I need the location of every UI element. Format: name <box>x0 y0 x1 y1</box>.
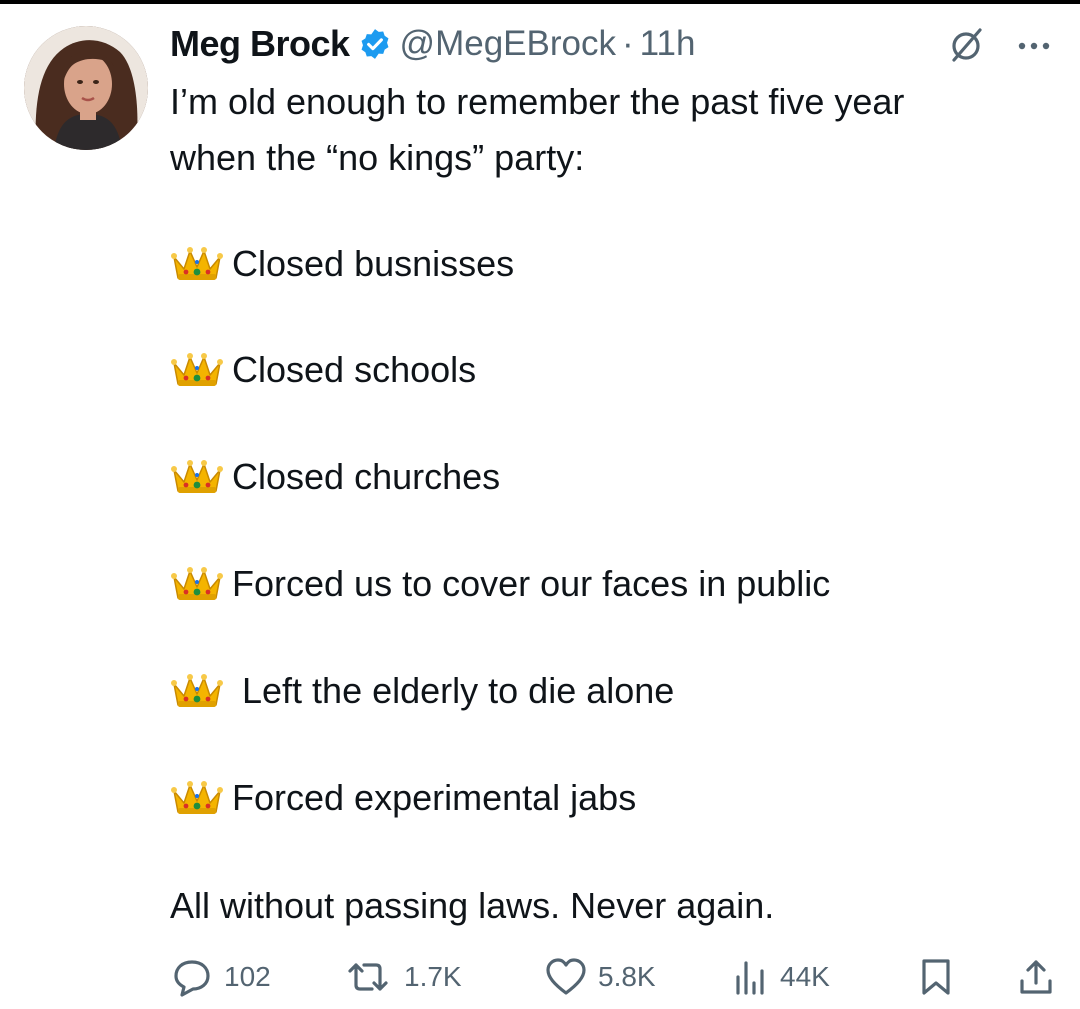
bookmark-icon <box>922 959 950 995</box>
crown-icon <box>170 779 224 817</box>
repost-button[interactable]: 1.7K <box>342 953 462 1001</box>
views-count: 44K <box>780 961 830 992</box>
post-header: Meg Brock @MegEBrock · 11h <box>170 22 695 66</box>
repost-count: 1.7K <box>404 961 462 992</box>
share-icon <box>1020 960 1052 994</box>
post-list-item: Forced us to cover our faces in public <box>170 556 830 612</box>
post-list-item: Forced experimental jabs <box>170 770 636 826</box>
crown-icon <box>170 245 224 283</box>
post-list-item: Closed schools <box>170 342 476 398</box>
bookmark-button[interactable] <box>916 953 956 1001</box>
like-button[interactable]: 5.8K <box>544 953 656 1001</box>
share-button[interactable] <box>1016 953 1056 1001</box>
list-item-text: Forced us to cover our faces in public <box>232 563 831 604</box>
crown-icon <box>170 672 224 710</box>
post-text-intro-line-2: when the “no kings” party: <box>170 137 585 178</box>
list-item-text: Closed schools <box>232 349 477 390</box>
post-text-intro-line-1: I’m old enough to remember the past five… <box>170 81 905 122</box>
heart-icon <box>546 958 586 995</box>
avatar[interactable] <box>24 26 148 150</box>
views-chart-icon <box>736 961 764 995</box>
crown-icon <box>170 458 224 496</box>
reply-count: 102 <box>224 961 271 992</box>
action-bar: 102 1.7K 5.8K 44K <box>170 953 1060 1001</box>
verified-badge-icon <box>358 27 392 61</box>
like-count: 5.8K <box>598 961 656 992</box>
reply-button[interactable]: 102 <box>170 953 271 1001</box>
post-time[interactable]: 11h <box>640 24 696 64</box>
list-item-text: Forced experimental jabs <box>232 777 637 818</box>
post-list-item: Closed busnisses <box>170 236 514 292</box>
list-item-text: Closed busnisses <box>232 243 515 284</box>
reply-icon <box>174 960 210 997</box>
views-button[interactable]: 44K <box>730 953 830 1001</box>
repost-icon <box>348 963 388 991</box>
crown-icon <box>170 565 224 603</box>
list-item-text: Left the elderly to die alone <box>232 670 675 711</box>
post-text-closing: All without passing laws. Never again. <box>170 885 775 926</box>
more-options-icon[interactable] <box>1012 28 1056 64</box>
list-item-text: Closed churches <box>232 456 501 497</box>
grok-icon[interactable] <box>944 24 988 68</box>
post-list-item: Closed churches <box>170 449 500 505</box>
separator-dot: · <box>621 24 634 63</box>
author-handle[interactable]: @MegEBrock <box>400 24 616 64</box>
post-list-item: Left the elderly to die alone <box>170 663 674 719</box>
crown-icon <box>170 351 224 389</box>
top-edge <box>0 0 1080 4</box>
author-name[interactable]: Meg Brock <box>170 23 350 65</box>
